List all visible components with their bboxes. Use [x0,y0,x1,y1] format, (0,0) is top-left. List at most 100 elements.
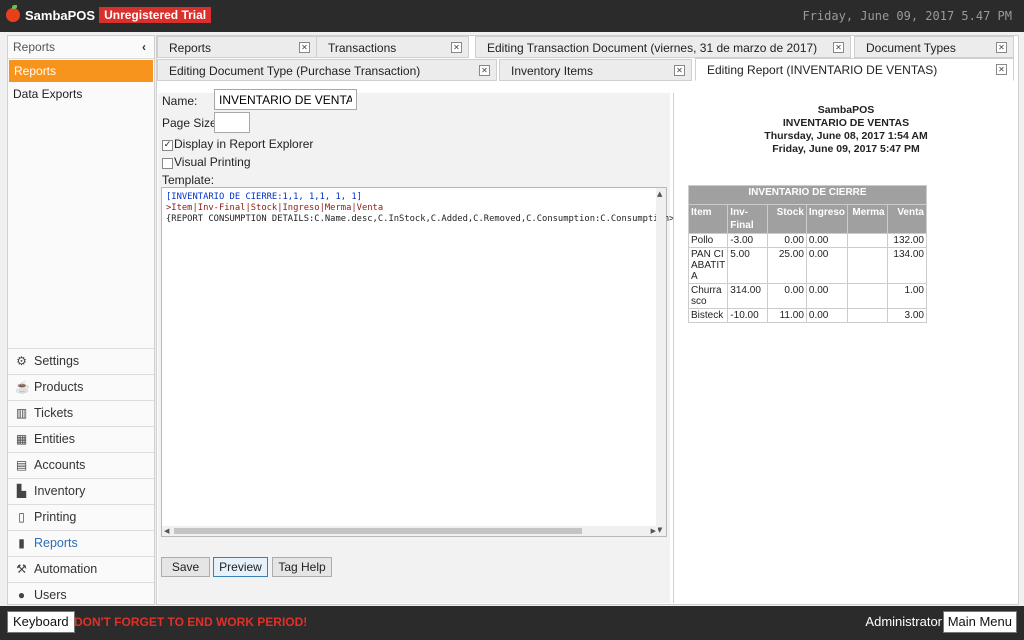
visual-printing-label: Visual Printing [174,155,251,169]
close-icon[interactable]: ✕ [479,65,490,76]
page-size-label: Page Size: [162,116,221,130]
report-header: SambaPOS INVENTARIO DE VENTAS Thursday, … [674,104,1018,156]
table-cell [847,283,888,309]
calculator-icon: ▤ [15,458,28,472]
table-cell: 5.00 [727,247,768,284]
horizontal-scroll-thumb[interactable] [174,528,582,534]
work-period-warning: DON'T FORGET TO END WORK PERIOD! [74,615,308,629]
tickets-icon: ▥ [15,406,28,420]
nav-inventory[interactable]: ▙ Inventory [8,478,154,504]
current-user: Administrator [865,614,942,629]
tab-editing-report[interactable]: Editing Report (INVENTARIO DE VENTAS) ✕ [695,58,1014,81]
report-header-line: Thursday, June 08, 2017 1:54 AM [764,130,928,142]
nav-label: Tickets [34,406,74,420]
table-row: Churrasco 314.00 0.00 0.00 1.00 [687,283,928,309]
user-icon: ● [17,588,26,602]
table-cell: -3.00 [727,233,768,248]
table-cell: 0.00 [805,308,849,323]
column-header: Item [687,204,729,234]
sidebar-item-reports[interactable]: Reports [9,60,153,82]
column-header: Stock [766,204,807,234]
tab-label: Inventory Items [511,64,594,78]
tab-editing-document-type[interactable]: Editing Document Type (Purchase Transact… [157,59,497,81]
table-cell: 3.00 [886,308,928,323]
chevron-left-icon[interactable]: ‹ [142,36,146,58]
close-icon[interactable]: ✕ [996,42,1007,53]
nav-automation[interactable]: ⚒ Automation [8,556,154,582]
tab-editing-transaction-document[interactable]: Editing Transaction Document (viernes, 3… [475,36,851,58]
tab-transactions[interactable]: Transactions ✕ [316,36,469,58]
preview-button[interactable]: Preview [213,557,268,577]
clock: Friday, June 09, 2017 5.47 PM [802,9,1012,23]
close-icon[interactable]: ✕ [996,64,1007,75]
nav-label: Entities [34,432,75,446]
table-cell: 0.00 [766,233,807,248]
table-cell: 132.00 [886,233,928,248]
nav-label: Settings [34,354,80,368]
tag-help-button[interactable]: Tag Help [272,557,332,577]
scroll-right-icon[interactable]: ▶ [651,527,656,535]
table-cell [847,308,888,323]
save-button[interactable]: Save [161,557,210,577]
nav-products[interactable]: ☕ Products [8,374,154,400]
nav-tickets[interactable]: ▥ Tickets [8,400,154,426]
nav-users[interactable]: ● Users [8,582,154,608]
report-preview: SambaPOS INVENTARIO DE VENTAS Thursday, … [673,93,1018,603]
report-editor-form: Name: Page Size: ✓ Display in Report Exp… [158,89,674,603]
tab-document-types[interactable]: Document Types ✕ [854,36,1014,58]
template-editor[interactable]: [INVENTARIO DE CIERRE:1,1, 1,1, 1, 1] >It… [161,187,674,537]
main-menu-button[interactable]: Main Menu [942,611,1017,633]
table-cell: 1.00 [886,283,928,309]
column-header: Merma [847,204,888,234]
template-line: [INVENTARIO DE CIERRE:1,1, 1,1, 1, 1] [166,192,362,202]
nav-label: Inventory [34,484,86,498]
close-icon[interactable]: ✕ [451,42,462,53]
keyboard-button[interactable]: Keyboard [7,611,75,633]
main-panel: Reports ✕ Transactions ✕ Editing Transacti… [156,35,1019,605]
navigation-menu: ⚙ Settings ☕ Products ▥ Tickets ▦ Entities ▤… [8,348,154,608]
table-cell: 11.00 [766,308,807,323]
document-icon: ▯ [18,510,25,524]
table-cell: Churrasco [687,283,729,309]
scroll-up-icon[interactable]: ▲ [657,190,662,198]
vertical-scrollbar[interactable]: ▲ ▼ [656,188,666,536]
table-cell: -10.00 [727,308,768,323]
report-header-line: Friday, June 09, 2017 5:47 PM [772,143,920,155]
report-table: INVENTARIO DE CIERRE Item Inv-Final Stoc… [687,185,928,323]
table-cell: Pollo [687,233,729,248]
name-field[interactable] [214,89,357,110]
name-label: Name: [162,94,198,108]
close-icon[interactable]: ✕ [833,42,844,53]
nav-accounts[interactable]: ▤ Accounts [8,452,154,478]
column-header: Inv-Final [727,204,768,234]
coffee-icon: ☕ [15,380,30,394]
nav-printing[interactable]: ▯ Printing [8,504,154,530]
sidebar-header-label: Reports [13,40,56,54]
nav-reports[interactable]: ▮ Reports [8,530,154,556]
table-cell: 0.00 [805,233,849,248]
page-size-field[interactable] [214,112,250,133]
template-line: {REPORT CONSUMPTION DETAILS:C.Name.desc,… [166,214,675,224]
table-cell: 0.00 [766,283,807,309]
tab-label: Editing Transaction Document (viernes, 3… [487,41,818,55]
close-icon[interactable]: ✕ [299,42,310,53]
nav-label: Users [34,588,67,602]
sidebar-header[interactable]: Reports ‹ [8,36,154,59]
tab-label: Transactions [328,41,397,55]
tab-reports[interactable]: Reports ✕ [157,36,317,58]
app-logo: SambaPOS Unregistered Trial [6,5,212,23]
scroll-left-icon[interactable]: ◀ [164,527,169,535]
nav-settings[interactable]: ⚙ Settings [8,348,154,374]
nav-label: Reports [34,536,78,550]
display-in-report-explorer-checkbox[interactable]: ✓ [162,140,173,151]
visual-printing-checkbox[interactable] [162,158,173,169]
horizontal-scrollbar[interactable]: ◀ ▶ [162,526,658,536]
nav-entities[interactable]: ▦ Entities [8,426,154,452]
tab-inventory-items[interactable]: Inventory Items ✕ [499,59,692,81]
bar-chart-icon: ▮ [18,536,25,550]
table-row: PAN CIABATITA 5.00 25.00 0.00 134.00 [687,247,928,284]
sidebar-item-data-exports[interactable]: Data Exports [8,83,154,105]
report-header-line: INVENTARIO DE VENTAS [782,117,910,129]
gavel-icon: ⚒ [16,562,27,576]
close-icon[interactable]: ✕ [674,65,685,76]
